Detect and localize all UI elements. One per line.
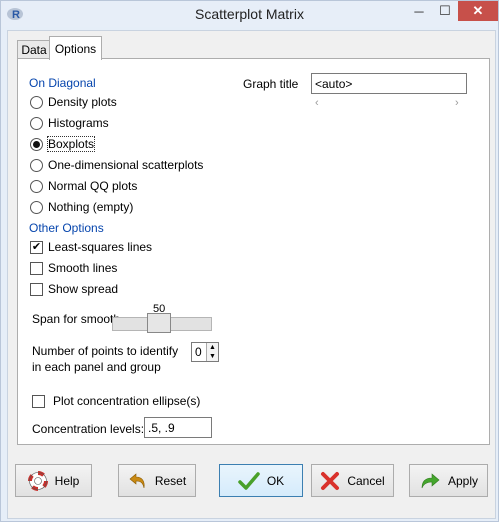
radio-density-plots[interactable] xyxy=(30,96,43,109)
checkbox-show-spread-label[interactable]: Show spread xyxy=(48,282,118,296)
checkbox-show-spread[interactable] xyxy=(30,283,43,296)
apply-arrow-icon xyxy=(421,472,440,488)
concentration-levels-input[interactable] xyxy=(144,417,212,438)
dialog-body: Data Options On Diagonal Density plots H… xyxy=(7,30,496,519)
close-button[interactable]: ✕ xyxy=(458,1,498,21)
cancel-button-label: Cancel xyxy=(347,473,385,488)
tab-data[interactable]: Data xyxy=(17,40,51,59)
ok-button[interactable]: OK xyxy=(219,464,303,497)
tab-options[interactable]: Options xyxy=(49,36,102,60)
apply-button[interactable]: Apply xyxy=(409,464,488,497)
radio-histograms-label[interactable]: Histograms xyxy=(48,116,109,130)
radio-one-dimensional-scatterplots[interactable] xyxy=(30,159,43,172)
identify-points-spinner[interactable]: 0 ▲ ▼ xyxy=(191,342,219,362)
ok-button-label: OK xyxy=(266,473,285,488)
title-bar[interactable]: R Scatterplot Matrix ─ ☐ ✕ xyxy=(1,1,498,27)
graph-title-scroll-right-icon[interactable]: › xyxy=(455,97,459,109)
on-diagonal-heading: On Diagonal xyxy=(29,76,96,90)
radio-nothing-empty[interactable] xyxy=(30,201,43,214)
cancel-x-icon xyxy=(321,471,340,490)
radio-normal-qq-plots[interactable] xyxy=(30,180,43,193)
reset-button[interactable]: Reset xyxy=(118,464,196,497)
apply-button-label: Apply xyxy=(447,473,479,488)
identify-points-label-line2: in each panel and group xyxy=(32,360,161,374)
reset-button-label: Reset xyxy=(154,473,187,488)
checkbox-least-squares-lines[interactable]: ✔ xyxy=(30,241,43,254)
span-slider-thumb[interactable] xyxy=(147,313,171,333)
minimize-button[interactable]: ─ xyxy=(406,1,432,21)
radio-histograms[interactable] xyxy=(30,117,43,130)
checkmark-icon xyxy=(238,471,260,490)
radio-boxplots[interactable] xyxy=(30,138,43,151)
spinner-arrows-icon[interactable]: ▲ ▼ xyxy=(206,343,218,361)
dialog-window: R Scatterplot Matrix ─ ☐ ✕ Data Options … xyxy=(0,0,499,522)
options-panel: On Diagonal Density plots Histograms Box… xyxy=(17,58,490,445)
radio-one-dimensional-scatterplots-label[interactable]: One-dimensional scatterplots xyxy=(48,158,203,172)
radio-normal-qq-plots-label[interactable]: Normal QQ plots xyxy=(48,179,137,193)
graph-title-scroll-left-icon[interactable]: ‹ xyxy=(315,97,319,109)
other-options-heading: Other Options xyxy=(29,221,104,235)
checkbox-concentration-ellipse[interactable] xyxy=(32,395,45,408)
maximize-button[interactable]: ☐ xyxy=(432,1,458,21)
lifebuoy-icon xyxy=(27,470,48,491)
undo-arrow-icon xyxy=(129,472,145,488)
graph-title-label: Graph title xyxy=(243,77,299,91)
identify-points-value: 0 xyxy=(195,345,202,359)
span-for-smooth-label: Span for smooth xyxy=(32,312,121,326)
graph-title-input[interactable] xyxy=(311,73,467,94)
help-button-label: Help xyxy=(54,473,80,488)
identify-points-label-line1: Number of points to identify xyxy=(32,344,179,358)
checkbox-concentration-ellipse-label[interactable]: Plot concentration ellipse(s) xyxy=(53,394,200,408)
cancel-button[interactable]: Cancel xyxy=(311,464,394,497)
radio-nothing-empty-label[interactable]: Nothing (empty) xyxy=(48,200,133,214)
radio-boxplots-label[interactable]: Boxplots xyxy=(46,136,96,152)
checkbox-smooth-lines[interactable] xyxy=(30,262,43,275)
help-button[interactable]: Help xyxy=(15,464,92,497)
radio-density-plots-label[interactable]: Density plots xyxy=(48,95,117,109)
checkbox-smooth-lines-label[interactable]: Smooth lines xyxy=(48,261,117,275)
checkbox-least-squares-lines-label[interactable]: Least-squares lines xyxy=(48,240,152,254)
concentration-levels-label: Concentration levels: xyxy=(32,422,145,436)
